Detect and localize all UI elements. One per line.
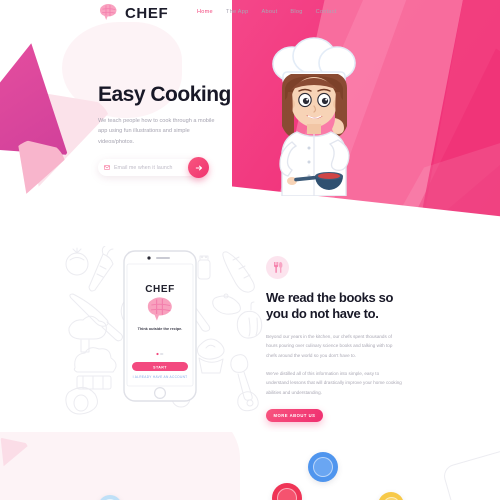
nav-links: Home The App About Blog Contact [197, 9, 337, 15]
cutlery-glyph [273, 262, 282, 273]
svg-text:Think outside the recipe.: Think outside the recipe. [138, 327, 183, 331]
more-about-us-label: MORE ABOUT US [273, 412, 316, 418]
chef-illustration [272, 37, 356, 196]
footer-decor-section [0, 432, 500, 500]
nav-item-about[interactable]: About [262, 9, 278, 15]
phone-mockup: CHEF Think outside the recipe. START I A… [123, 250, 197, 402]
about-title: We read the books so you do not have to. [266, 290, 394, 321]
email-signup-form[interactable]: Email me when it launch [98, 157, 209, 179]
email-input-placeholder[interactable]: Email me when it launch [114, 165, 173, 171]
plate-blue-inner [313, 457, 333, 477]
decor-rounded-rect-outline [441, 446, 500, 500]
arrow-right-icon [195, 165, 202, 171]
nav-item-contact[interactable]: Contact [316, 9, 337, 15]
plate-red-inner [277, 488, 297, 500]
nav-item-blog[interactable]: Blog [290, 9, 302, 15]
svg-text:START: START [153, 365, 167, 369]
nav-item-the-app[interactable]: The App [226, 9, 249, 15]
about-copy: We read the books so you do not have to.… [266, 256, 406, 422]
decor-fade-blob [0, 432, 240, 500]
hero-section: CHEF Home The App About Blog Contact Eas… [0, 0, 500, 232]
brand-name: CHEF [125, 4, 169, 22]
top-navigation: CHEF Home The App About Blog Contact [0, 0, 500, 30]
brand-logo[interactable]: CHEF [98, 3, 168, 23]
more-about-us-button[interactable]: MORE ABOUT US [266, 408, 323, 422]
cutlery-icon [266, 256, 289, 279]
hero-copy: Easy Cooking We teach people how to cook… [98, 83, 248, 179]
about-paragraph-1: Beyond our years in the kitchen, our che… [266, 333, 393, 358]
plate-blue [308, 452, 338, 482]
svg-text:I ALREADY HAVE AN ACCOUNT: I ALREADY HAVE AN ACCOUNT [133, 375, 188, 379]
email-submit-button[interactable] [188, 157, 209, 179]
brain-speech-bubble-icon [99, 3, 117, 20]
hero-title: Easy Cooking [98, 83, 231, 106]
envelope-icon [104, 165, 110, 170]
app-about-section: CHEF Think outside the recipe. START I A… [0, 232, 500, 432]
about-paragraph-2: We've distilled all of this information … [266, 370, 402, 395]
nav-item-home[interactable]: Home [197, 9, 213, 15]
plate-yellow-inner [382, 496, 400, 500]
landing-page: CHEF Home The App About Blog Contact Eas… [0, 0, 500, 500]
hero-subtitle: We teach people how to cook through a mo… [98, 118, 215, 145]
svg-text:CHEF: CHEF [145, 284, 175, 295]
